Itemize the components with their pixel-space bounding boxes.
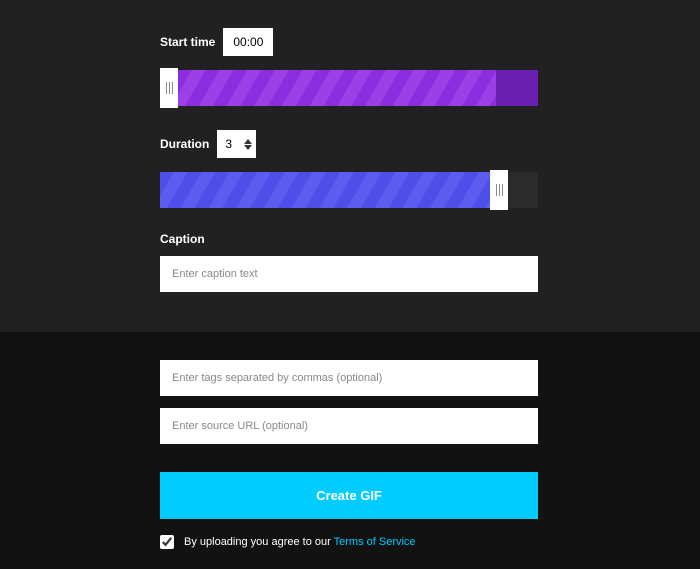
- duration-spinner[interactable]: 3: [217, 130, 256, 158]
- duration-label: Duration: [160, 137, 209, 151]
- duration-slider-fill: [160, 172, 490, 208]
- caption-input[interactable]: [160, 256, 538, 292]
- caption-label: Caption: [160, 232, 538, 246]
- start-time-value[interactable]: 00:00: [223, 28, 273, 56]
- chevron-up-icon[interactable]: [244, 139, 252, 144]
- chevron-down-icon[interactable]: [244, 145, 252, 150]
- duration-slider-handle[interactable]: [490, 170, 508, 210]
- agree-checkbox[interactable]: [160, 535, 174, 549]
- create-gif-button[interactable]: Create GIF: [160, 472, 538, 519]
- tags-input[interactable]: [160, 360, 538, 396]
- start-time-slider[interactable]: [160, 70, 538, 106]
- start-time-label: Start time: [160, 35, 215, 49]
- duration-slider[interactable]: [160, 172, 538, 208]
- duration-slider-remainder: [508, 172, 538, 208]
- source-url-input[interactable]: [160, 408, 538, 444]
- tos-link[interactable]: Terms of Service: [334, 536, 416, 548]
- start-time-slider-handle[interactable]: [160, 68, 178, 108]
- start-time-slider-remainder: [496, 70, 538, 106]
- start-time-slider-fill: [178, 70, 496, 106]
- duration-value: 3: [217, 130, 240, 158]
- agree-text: By uploading you agree to our Terms of S…: [184, 536, 416, 548]
